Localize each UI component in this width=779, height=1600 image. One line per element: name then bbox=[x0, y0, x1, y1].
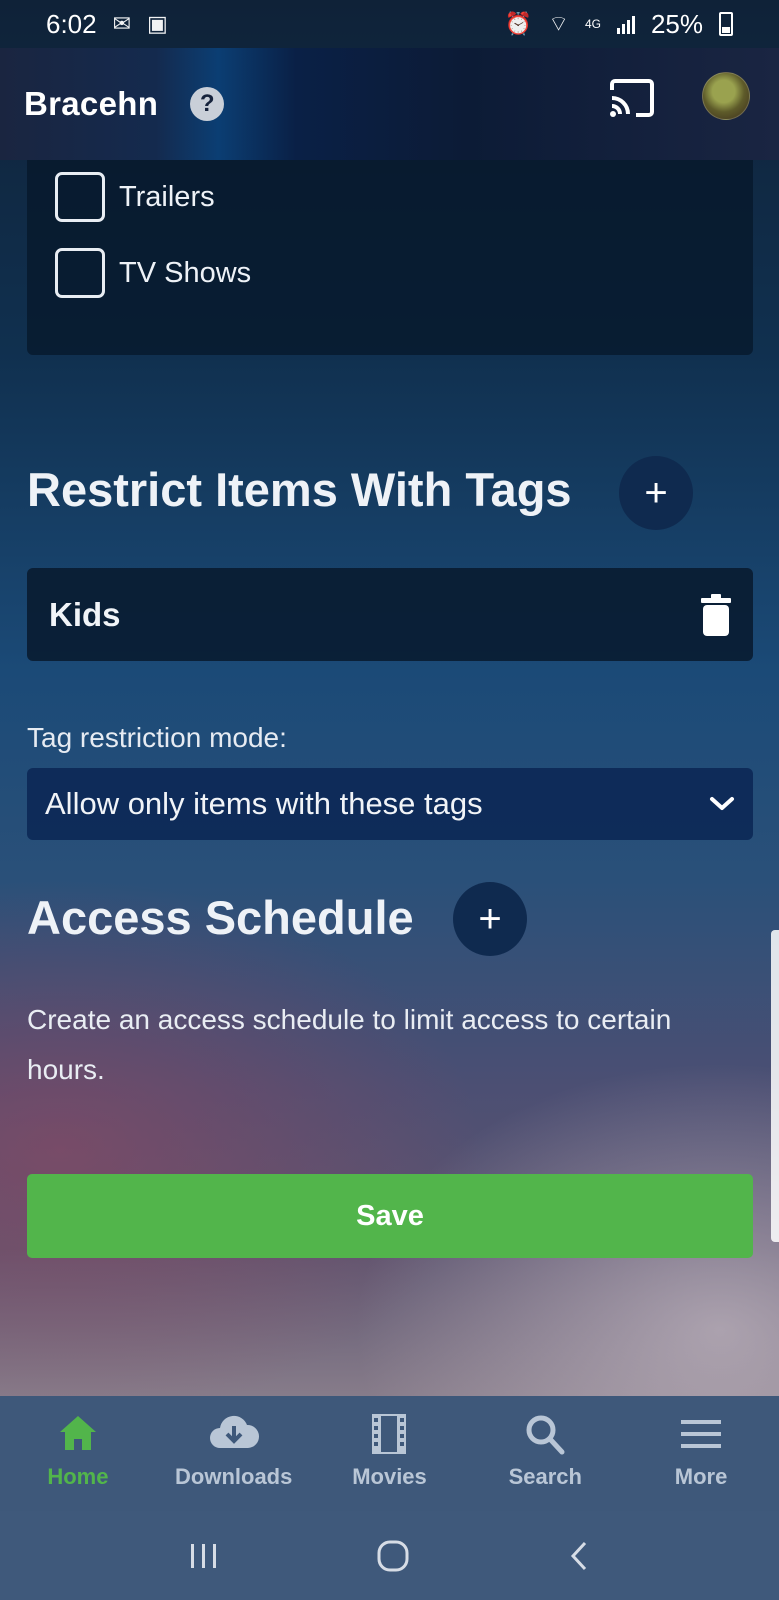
scrollbar[interactable] bbox=[771, 930, 779, 1242]
home-icon bbox=[59, 1416, 96, 1450]
alarm-icon: ⏰ bbox=[504, 11, 533, 36]
restrict-tags-title: Restrict Items With Tags bbox=[27, 463, 572, 516]
server-name[interactable]: Bracehn bbox=[24, 85, 158, 123]
system-nav-bar bbox=[0, 1511, 779, 1600]
nav-label: Movies bbox=[352, 1464, 427, 1489]
recent-apps-icon[interactable] bbox=[188, 1541, 220, 1571]
access-schedule-description: Create an access schedule to limit acces… bbox=[27, 1004, 672, 1085]
voicemail-icon: ✉ bbox=[112, 11, 132, 36]
cast-icon[interactable] bbox=[608, 78, 656, 118]
battery-icon bbox=[719, 12, 733, 36]
save-button[interactable]: Save bbox=[27, 1174, 753, 1258]
back-icon[interactable] bbox=[567, 1540, 591, 1572]
nav-movies[interactable]: Movies bbox=[312, 1396, 468, 1511]
nav-search[interactable]: Search bbox=[467, 1396, 623, 1511]
avatar[interactable] bbox=[702, 72, 750, 120]
help-icon[interactable]: ? bbox=[190, 87, 225, 121]
tag-restriction-mode-label: Tag restriction mode: bbox=[27, 722, 287, 753]
network-type: 4G bbox=[584, 17, 601, 31]
select-value: Allow only items with these tags bbox=[45, 786, 483, 821]
nav-label: Search bbox=[508, 1464, 582, 1489]
nav-label: Home bbox=[47, 1464, 109, 1489]
bottom-nav: Home Downloads Movies Search More bbox=[0, 1396, 779, 1511]
add-schedule-button[interactable]: + bbox=[453, 882, 527, 956]
nav-label: Downloads bbox=[175, 1464, 293, 1489]
wifi-icon: ⌔ bbox=[548, 11, 569, 36]
nav-more[interactable]: More bbox=[623, 1396, 779, 1511]
nav-downloads[interactable]: Downloads bbox=[156, 1396, 312, 1511]
checkbox[interactable] bbox=[55, 248, 105, 298]
access-schedule-title: Access Schedule bbox=[27, 891, 414, 944]
checkbox-row-tv-shows[interactable]: TV Shows bbox=[55, 248, 251, 298]
checkbox-label: Trailers bbox=[119, 180, 215, 213]
signal-icon bbox=[616, 14, 635, 34]
status-bar: 6:02 ✉ ▣ ⏰ ⌔ 4G 25% bbox=[0, 0, 779, 48]
menu-icon bbox=[681, 1420, 722, 1448]
add-tag-button[interactable]: + bbox=[619, 456, 693, 530]
checkbox-row-trailers[interactable]: Trailers bbox=[55, 172, 215, 222]
nav-label: More bbox=[674, 1464, 728, 1489]
image-icon: ▣ bbox=[147, 11, 168, 36]
status-time: 6:02 bbox=[46, 8, 97, 39]
chevron-down-icon bbox=[710, 797, 734, 810]
checkbox[interactable] bbox=[55, 172, 105, 222]
tag-restriction-mode-select[interactable]: Allow only items with these tags bbox=[27, 768, 753, 840]
tag-row: Kids bbox=[27, 568, 753, 661]
trash-icon[interactable] bbox=[701, 593, 731, 636]
home-button-icon[interactable] bbox=[376, 1539, 410, 1573]
tag-name: Kids bbox=[49, 595, 121, 633]
search-icon bbox=[526, 1415, 565, 1455]
battery-percent: 25% bbox=[650, 8, 703, 39]
cloud-download-icon bbox=[209, 1415, 259, 1448]
library-access-card: Trailers TV Shows bbox=[27, 160, 753, 355]
app-header: Bracehn ? bbox=[0, 48, 779, 160]
film-icon bbox=[372, 1414, 407, 1454]
checkbox-label: TV Shows bbox=[119, 256, 252, 289]
nav-home[interactable]: Home bbox=[0, 1396, 156, 1511]
